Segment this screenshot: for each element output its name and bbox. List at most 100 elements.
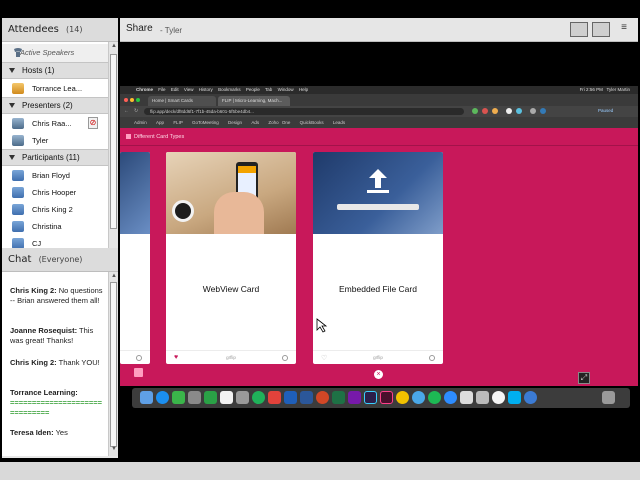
webview-card[interactable]: WebView Card ♥ grflip [166,152,296,364]
attendee-row[interactable]: Chris King 2 [2,201,108,218]
bookmark-item[interactable]: GoToMeeting [192,120,219,125]
attendee-row[interactable]: Christina [2,218,108,235]
calendar-app-icon[interactable] [220,391,233,404]
chat-text: ============================== [10,398,102,417]
preview-icon[interactable] [236,391,249,404]
numbers-icon[interactable] [204,391,217,404]
attendee-row[interactable]: Chris Raa... ⊘ [2,115,108,132]
safari-icon[interactable] [412,391,425,404]
skype-icon[interactable] [508,391,521,404]
menu-help[interactable]: Help [299,87,308,92]
attendee-row[interactable]: Brian Floyd [2,167,108,184]
reload-icon[interactable]: ↻ [134,108,138,114]
menu-view[interactable]: View [184,87,194,92]
settings-icon[interactable] [476,391,489,404]
attendee-name: Chris Hooper [32,188,77,197]
card-select-icon[interactable] [136,355,142,361]
chat-pod-header: Chat (Everyone) [2,248,118,272]
chat-sender: Torrance Learning: [10,388,78,397]
menu-window[interactable]: Window [278,87,294,92]
chrome-icon[interactable] [396,391,409,404]
card-partial[interactable] [120,152,150,364]
bookmark-item[interactable]: QuickBooks [300,120,324,125]
menu-bookmarks[interactable]: Bookmarks [218,87,241,92]
browser-tab-active[interactable]: FLIP | Micro-Learning, Mach... [218,96,290,106]
embedded-file-card[interactable]: Embedded File Card ♡ grflip [313,152,443,364]
attendee-scrollbar[interactable]: ▲ ▼ [108,42,118,262]
bookmark-item[interactable]: Zoho One [268,120,290,125]
menu-file[interactable]: File [158,87,165,92]
bookmark-item[interactable]: Admin [134,120,147,125]
bookmark-item[interactable]: FLIP [173,120,182,125]
heart-icon[interactable]: ♥ [174,354,178,361]
facetime-icon[interactable] [172,391,185,404]
slack-icon[interactable] [268,391,281,404]
card-image [120,152,150,234]
hosts-group-header[interactable]: Hosts (1) [2,62,108,79]
browser-icon[interactable] [524,391,537,404]
close-window-icon[interactable] [124,98,128,102]
chat-sender: Teresa Iden: [10,428,54,437]
word-icon[interactable] [300,391,313,404]
minimize-window-icon[interactable] [130,98,134,102]
powerpoint-icon[interactable] [316,391,329,404]
attendee-name: Tyler [32,136,49,145]
app-store-icon[interactable] [156,391,169,404]
utility-icon[interactable] [460,391,473,404]
scroll-down-icon[interactable]: ▼ [110,446,118,455]
itunes-icon[interactable] [492,391,505,404]
chat-title: Chat (Everyone) [8,254,82,265]
menu-edit[interactable]: Edit [171,87,179,92]
attendee-row[interactable]: Tyler [2,132,108,149]
paused-badge[interactable]: Paused [598,108,613,113]
photoshop-icon[interactable] [364,391,377,404]
attendees-pod-header: Attendees (14) [2,18,118,42]
close-circle-icon[interactable]: × [374,370,383,379]
card-label: Embedded File Card [339,284,417,294]
spotify-icon[interactable] [428,391,441,404]
scroll-thumb[interactable] [110,282,117,447]
card-select-icon[interactable] [429,355,435,361]
indesign-icon[interactable] [380,391,393,404]
back-icon[interactable]: ← [124,108,129,114]
attendee-row[interactable]: Chris Hooper [2,184,108,201]
pod-options-icon[interactable]: ≡ [616,22,632,37]
menu-history[interactable]: History [199,87,213,92]
bookmark-item[interactable]: Ads [251,120,259,125]
attendee-name: CJ [32,239,42,248]
attendee-list: Active Speakers Hosts (1) Torrance Lea..… [2,42,108,262]
menu-chrome[interactable]: Chrome [136,87,153,92]
finder-icon[interactable] [140,391,153,404]
bookmark-item[interactable]: Design [228,120,242,125]
presenters-group-header[interactable]: Presenters (2) [2,97,108,114]
menu-tab[interactable]: Tab [265,87,272,92]
chat-sender: Chris King 2: [10,286,57,295]
scroll-up-icon[interactable]: ▲ [110,273,118,282]
bookmark-item[interactable]: App [156,120,164,125]
heart-outline-icon[interactable]: ♡ [321,354,327,362]
scroll-up-icon[interactable]: ▲ [110,43,118,52]
maximize-window-icon[interactable] [136,98,140,102]
full-screen-icon[interactable] [592,22,610,37]
bookmark-item[interactable]: Leads [333,120,345,125]
excel-icon[interactable] [332,391,345,404]
address-bar[interactable]: flip.app/deck/df8dd6f1-7f1b-45da-b601-5f… [144,108,464,115]
calendar-icon[interactable] [134,368,143,377]
card-select-icon[interactable] [282,355,288,361]
chat-scrollbar[interactable]: ▲ ▼ [108,272,118,456]
trash-icon[interactable] [602,391,615,404]
presenter-avatar-icon [12,135,24,146]
attendee-row[interactable]: Torrance Lea... [2,80,108,97]
fit-width-icon[interactable] [570,22,588,37]
expand-icon[interactable]: ⤢ [578,372,590,384]
grammarly-icon[interactable] [252,391,265,404]
zoom-icon[interactable] [444,391,457,404]
chat-scope[interactable]: (Everyone) [39,255,83,264]
onenote-icon[interactable] [348,391,361,404]
scroll-thumb[interactable] [110,54,117,229]
outlook-icon[interactable] [284,391,297,404]
participants-group-header[interactable]: Participants (11) [2,149,108,166]
browser-tab[interactable]: Home | Smart Cards [148,96,216,106]
menu-people[interactable]: People [246,87,260,92]
photo-icon[interactable] [188,391,201,404]
